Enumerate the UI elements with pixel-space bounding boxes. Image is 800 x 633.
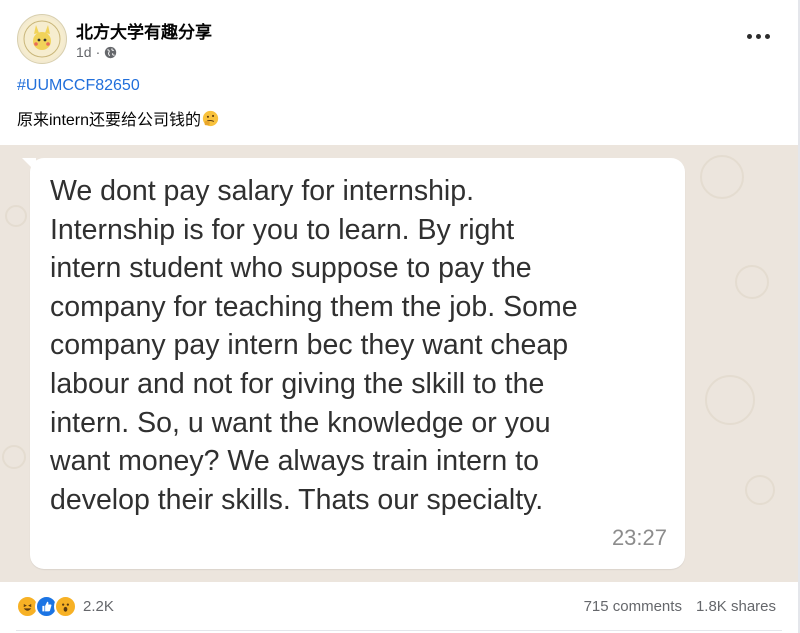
message-line: We dont pay salary for internship.	[50, 175, 475, 207]
post-image[interactable]: We dont pay salary for internship. Inter…	[0, 145, 798, 582]
chat-bubble: We dont pay salary for internship. Inter…	[30, 158, 685, 569]
message-time: 23:27	[611, 525, 667, 550]
more-options-icon[interactable]	[740, 24, 776, 48]
meta-separator: ·	[95, 44, 101, 60]
footer-divider	[16, 630, 782, 631]
reactions-summary[interactable]: 2.2K	[16, 595, 114, 618]
page-name[interactable]: 北方大学有趣分享	[76, 18, 212, 43]
reaction-count: 2.2K	[83, 598, 114, 615]
caption-text: 原来intern还要给公司钱的	[17, 112, 202, 129]
thinking-face-emoji-icon	[202, 110, 219, 127]
comments-count[interactable]: 715 comments	[584, 598, 682, 615]
message-line: want money? We always train intern to	[50, 445, 539, 478]
message-line: intern. So, u want the knowledge or you	[50, 406, 551, 439]
post-meta: 1d ·	[76, 44, 117, 60]
hashtag-link[interactable]: #UUMCCF82650	[17, 77, 140, 95]
message-line: Internship is for you to learn. By right	[50, 213, 515, 246]
message-line: intern student who suppose to pay the	[50, 252, 532, 285]
message-line: labour and not for giving the slkill to …	[50, 367, 545, 400]
page-avatar[interactable]	[17, 14, 67, 64]
post-stats: 715 comments 1.8K shares	[584, 598, 776, 615]
message-line: company pay intern bec they want cheap	[50, 329, 569, 362]
chat-message: We dont pay salary for internship. Inter…	[50, 172, 675, 519]
post-time[interactable]: 1d	[76, 44, 92, 60]
shares-count[interactable]: 1.8K shares	[696, 598, 776, 615]
post-caption: 原来intern还要给公司钱的	[17, 106, 219, 130]
message-line: company for teaching them the job. Some	[50, 290, 578, 323]
message-line: develop their skills. Thats our specialt…	[50, 483, 544, 516]
globe-icon[interactable]	[104, 46, 117, 59]
facebook-post: 北方大学有趣分享 1d · #UUMCCF82650 原来intern还要给公司…	[0, 0, 800, 633]
wow-reaction-icon	[54, 595, 77, 618]
